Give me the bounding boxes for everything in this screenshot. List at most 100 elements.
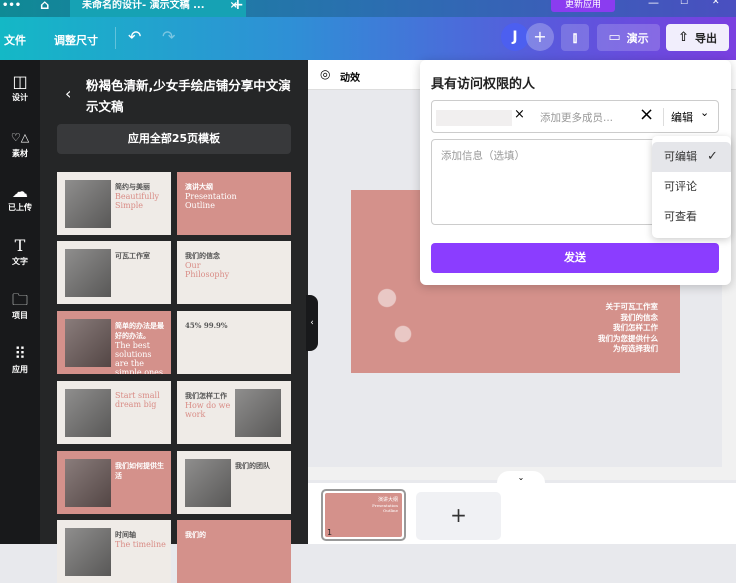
template-panel: ‹ 粉褐色清新,少女手绘店铺分享中文演示文稿 应用全部25页模板 简约与美丽 Be…: [40, 60, 308, 583]
option-can-comment[interactable]: 可评论: [652, 172, 731, 202]
update-app-button[interactable]: 更新应用: [551, 0, 615, 12]
page-number: 1: [327, 528, 333, 537]
photo: [65, 319, 111, 367]
minimize-button[interactable]: —: [648, 0, 659, 9]
new-tab-button[interactable]: +: [232, 0, 244, 13]
redo-icon[interactable]: ↷: [162, 27, 175, 46]
option-can-view[interactable]: 可查看: [652, 202, 731, 232]
rail-label: 已上传: [8, 203, 32, 212]
thumb-text: 简约与美丽 Beautifully Simple: [115, 182, 167, 210]
rail-item-projects[interactable]: 🗀 项目: [0, 290, 40, 321]
photo: [185, 459, 231, 507]
member-chip: [436, 110, 512, 126]
thumb-text: Start small dream big: [115, 391, 167, 409]
template-thumbnail[interactable]: 45% 99.9%: [177, 311, 291, 374]
template-thumbnail[interactable]: 我们怎样工作 How do we work: [177, 381, 291, 444]
collapse-panel-handle[interactable]: ‹: [306, 295, 318, 351]
thumb-text: 我们怎样工作 How do we work: [185, 391, 237, 419]
rail-label: 项目: [12, 311, 28, 320]
folder-icon: 🗀: [11, 290, 28, 309]
template-thumbnail[interactable]: 简单的办法是最好的办法。 The best solutions are the s…: [57, 311, 171, 374]
file-menu[interactable]: 文件: [4, 32, 26, 48]
thumb-text: 45% 99.9%: [185, 321, 237, 330]
thumb-text: 时间轴 The timeline: [115, 530, 167, 549]
photo: [65, 528, 111, 576]
photo: [65, 389, 111, 437]
outline-item: 我们的信念: [620, 312, 659, 322]
template-thumbnail[interactable]: 演讲大纲 Presentation Outline: [177, 172, 291, 235]
template-thumbnail[interactable]: 可瓦工作室: [57, 241, 171, 304]
template-thumbnail[interactable]: 简约与美丽 Beautifully Simple: [57, 172, 171, 235]
rail-label: 素材: [12, 149, 28, 158]
thumb-heading: 我们如何提供生活: [115, 461, 164, 480]
animate-icon: ◎: [320, 67, 331, 81]
template-thumbnail[interactable]: 时间轴 The timeline: [57, 520, 171, 583]
thumb-heading: 可瓦工作室: [115, 251, 150, 260]
rail-item-uploads[interactable]: ☁ 已上传: [0, 182, 40, 213]
check-icon: ✓: [707, 149, 718, 164]
thumb-heading: 我们的团队: [235, 461, 270, 470]
present-label: 演示: [626, 31, 649, 45]
outline-item: 为何选择我们: [613, 344, 658, 353]
permission-select[interactable]: 编辑: [671, 109, 693, 125]
thumb-subtitle: Presentation Outline: [372, 503, 398, 513]
thumb-text: 可瓦工作室: [115, 251, 167, 261]
present-button[interactable]: ▭ 演示: [597, 24, 660, 51]
thumb-subheading: Beautifully Simple: [115, 192, 160, 210]
resize-button[interactable]: 调整尺寸: [54, 32, 98, 48]
template-thumbnail[interactable]: Start small dream big: [57, 381, 171, 444]
rail-label: 应用: [12, 365, 28, 374]
remove-member-icon[interactable]: ×: [514, 107, 525, 122]
chevron-down-icon[interactable]: ⌄: [700, 106, 709, 119]
template-thumbnail[interactable]: 我们的: [177, 520, 291, 583]
tab-design[interactable]: 未命名的设计- 演示文稿 ... ×: [70, 0, 246, 17]
member-input[interactable]: × 添加更多成员... × 编辑 ⌄: [431, 100, 719, 133]
clear-icon[interactable]: ×: [639, 104, 654, 125]
thumb-heading: 45% 99.9%: [185, 321, 228, 330]
outline-item: 我们为您提供什么: [598, 333, 658, 343]
ellipsis-icon[interactable]: •••: [2, 0, 21, 11]
maximize-button[interactable]: ☐: [680, 0, 688, 7]
option-can-edit[interactable]: 可编辑 ✓: [652, 142, 731, 172]
template-thumbnail[interactable]: 我们的信念 Our Philosophy: [177, 241, 291, 304]
thumb-heading: 简单的办法是最好的办法。: [115, 321, 164, 340]
rail-label: 设计: [12, 93, 28, 102]
apply-all-button[interactable]: 应用全部25页模板: [57, 124, 291, 154]
avatar[interactable]: J: [501, 23, 529, 51]
text-icon: T: [14, 236, 26, 255]
export-button[interactable]: ⇧ 导出: [666, 24, 729, 51]
tab-bar: ••• ⌂ 未命名的设计- 演示文稿 ... × + 更新应用 — ☐ ✕: [0, 0, 736, 17]
rail-item-text[interactable]: T 文字: [0, 236, 40, 267]
rail-item-elements[interactable]: ♡△ 素材: [0, 128, 40, 159]
template-thumbnail[interactable]: 我们的团队: [177, 451, 291, 514]
animate-button[interactable]: 动效: [340, 69, 360, 84]
undo-icon[interactable]: ↶: [128, 27, 141, 46]
side-rail: ◫ 设计 ♡△ 素材 ☁ 已上传 T 文字 🗀 项目 ⠿ 应用: [0, 60, 40, 544]
template-thumbnail[interactable]: 我们如何提供生活: [57, 451, 171, 514]
thumb-subheading: How do we work: [185, 401, 231, 419]
page-thumbnail[interactable]: 演讲大纲 Presentation Outline 1: [321, 489, 406, 541]
outline-item: 我们怎样工作: [613, 323, 658, 332]
insights-chart-icon[interactable]: ⫾: [561, 24, 589, 51]
option-label: 可编辑: [664, 150, 697, 163]
send-button[interactable]: 发送: [431, 243, 719, 273]
add-collaborator-button[interactable]: +: [526, 23, 554, 51]
thumb-title: 演讲大纲: [377, 497, 398, 503]
export-label: 导出: [694, 31, 717, 45]
home-icon[interactable]: ⌂: [40, 0, 49, 13]
thumb-text: 简单的办法是最好的办法。 The best solutions are the s…: [115, 321, 167, 374]
add-page-button[interactable]: +: [416, 492, 501, 540]
rail-item-design[interactable]: ◫ 设计: [0, 72, 40, 103]
close-window-button[interactable]: ✕: [712, 0, 720, 7]
thumb-text: 我们的信念 Our Philosophy: [185, 251, 237, 279]
apps-icon: ⠿: [14, 344, 26, 363]
top-toolbar: 文件 调整尺寸 ↶ ↷ J + ⫾ ▭ 演示 ⇧ 导出: [0, 17, 736, 60]
thumb-subheading: The timeline: [115, 540, 166, 549]
member-placeholder: 添加更多成员...: [540, 112, 614, 124]
option-label: 可评论: [664, 180, 697, 193]
tab-title: 未命名的设计- 演示文稿 ...: [82, 0, 205, 11]
share-title: 具有访问权限的人: [431, 77, 536, 92]
divider: [115, 27, 116, 49]
rail-item-apps[interactable]: ⠿ 应用: [0, 344, 40, 375]
back-chevron-icon[interactable]: ‹: [65, 84, 71, 103]
